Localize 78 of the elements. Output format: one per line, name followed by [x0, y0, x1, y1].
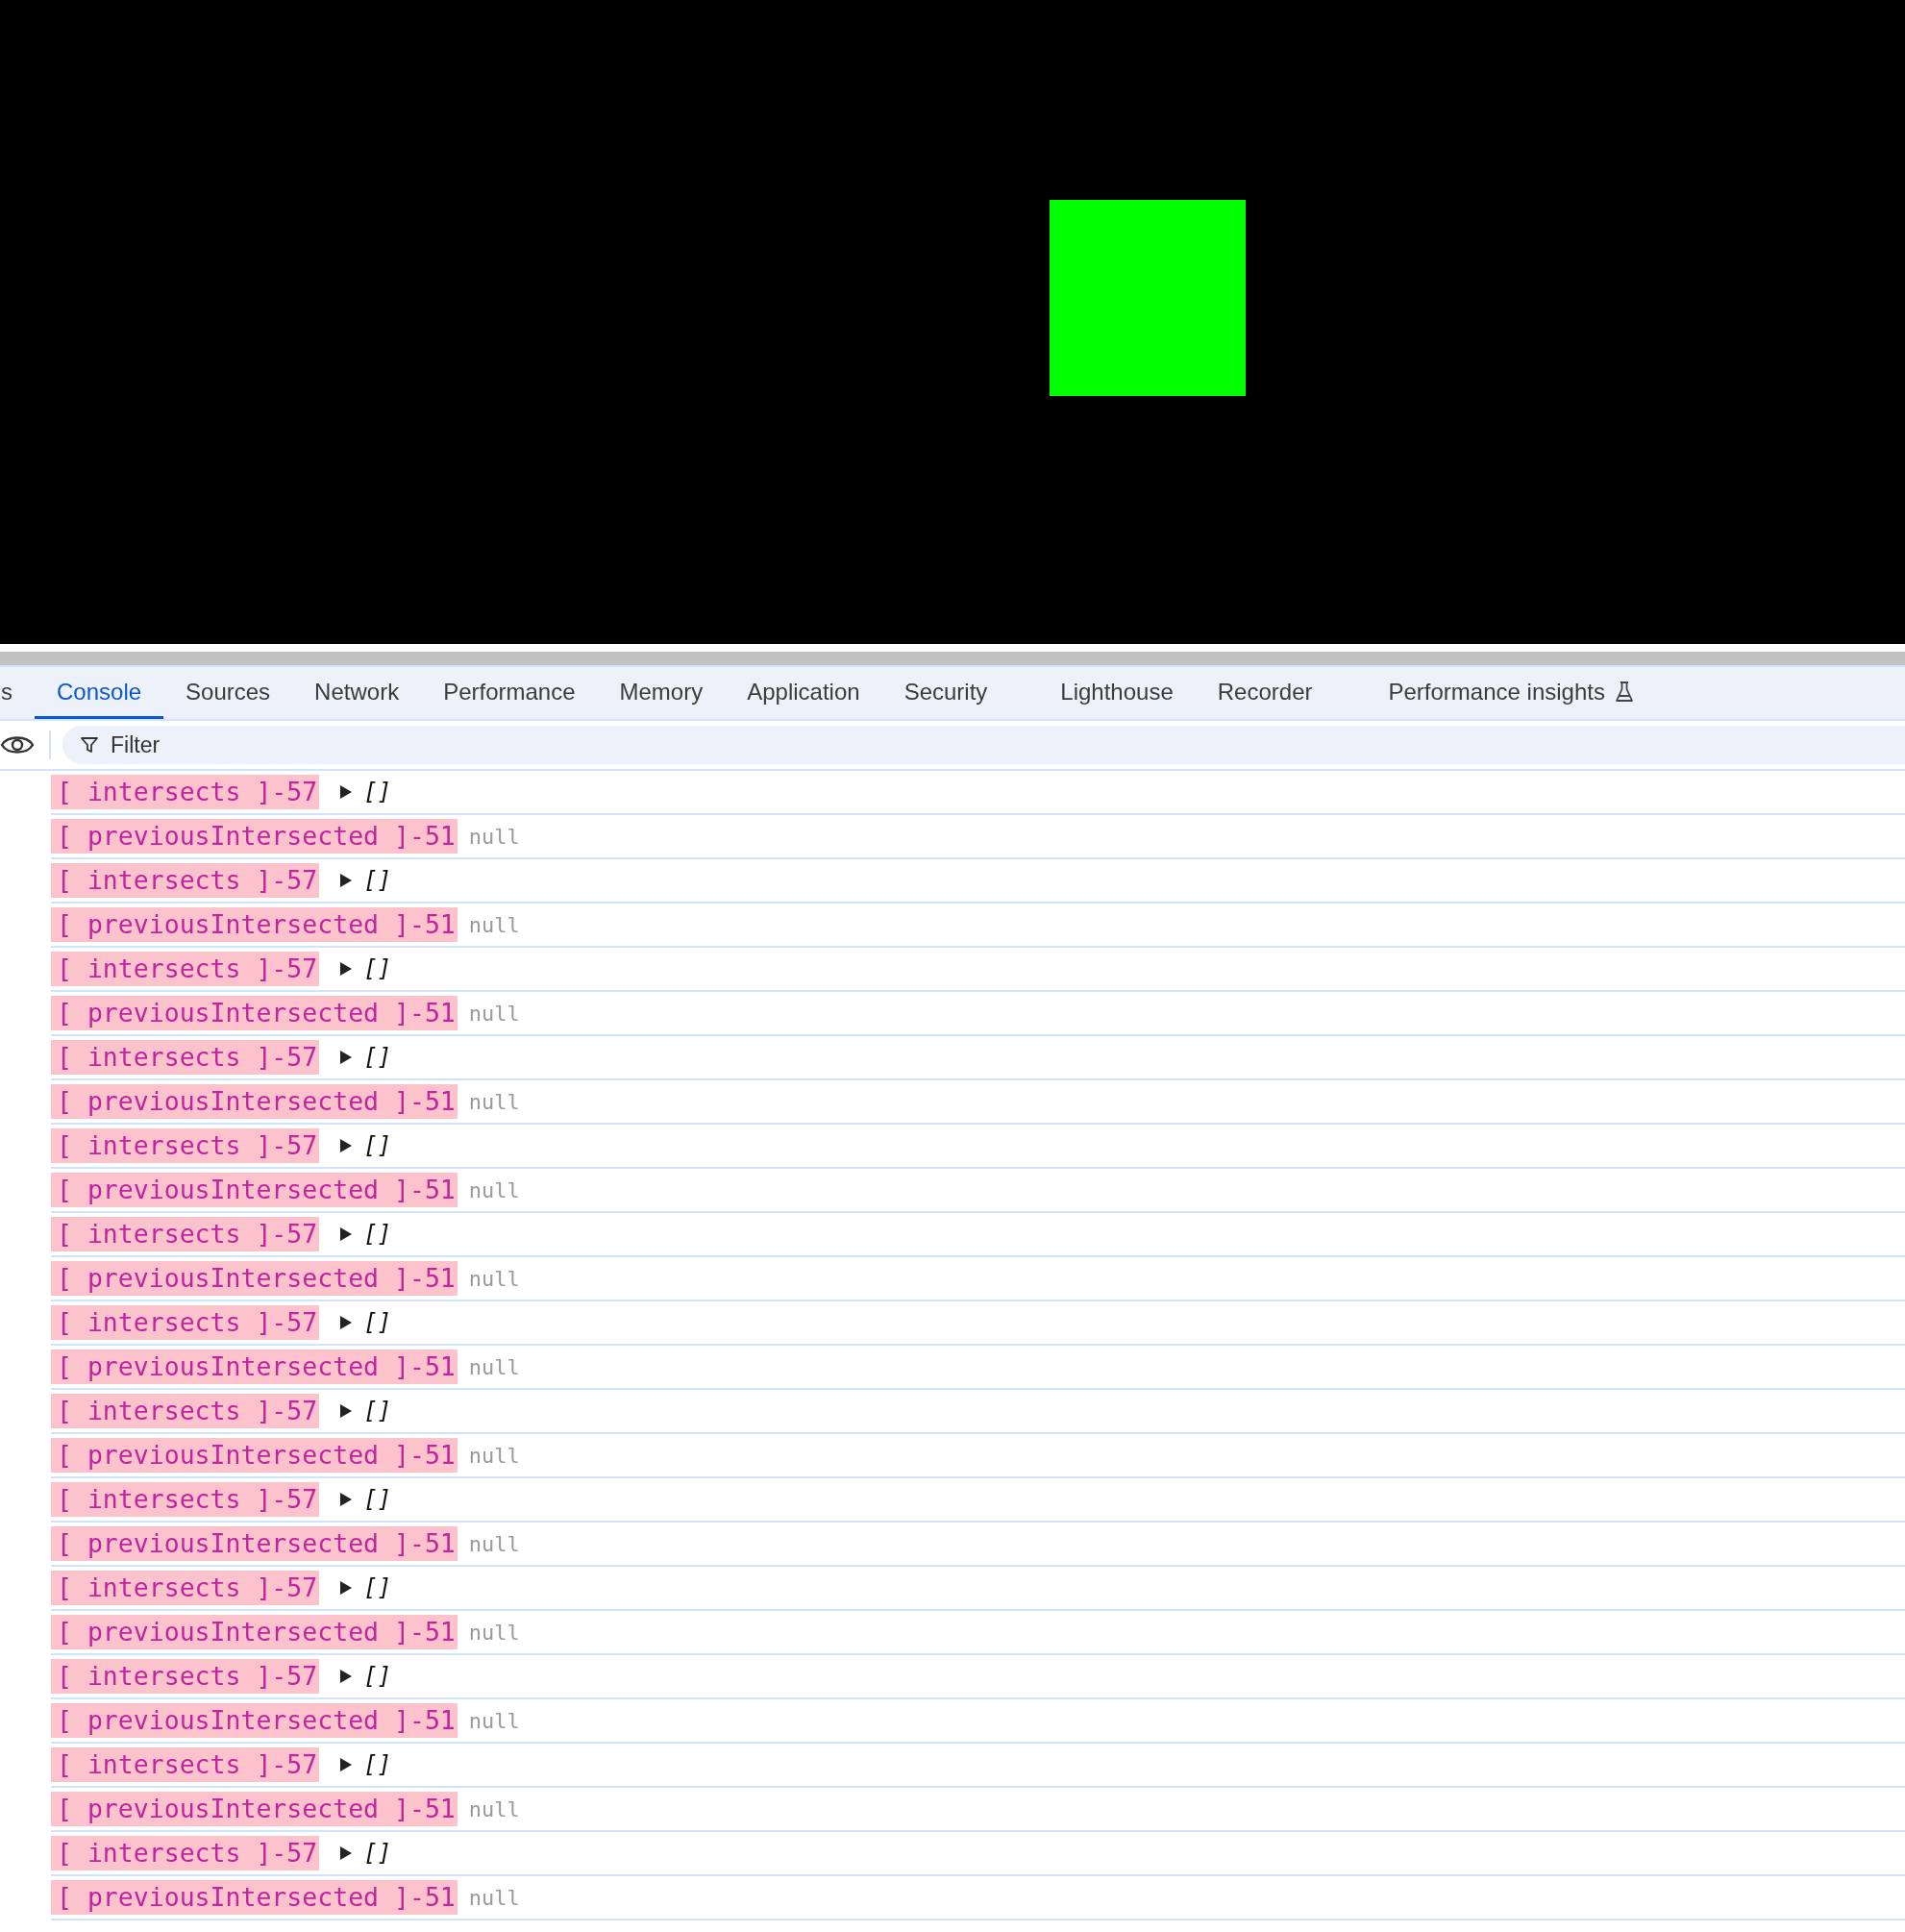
- array-value: []: [363, 779, 392, 805]
- filter-field[interactable]: Filter: [62, 726, 1905, 764]
- log-label: [ previousIntersected ]-51: [51, 819, 458, 854]
- array-value: []: [363, 955, 392, 982]
- array-value: []: [363, 1221, 392, 1248]
- array-value: []: [363, 1309, 392, 1336]
- array-value: []: [363, 867, 392, 894]
- expand-icon[interactable]: [340, 1404, 353, 1418]
- expand-icon[interactable]: [340, 1316, 353, 1329]
- panel-tab[interactable]: s: [0, 667, 35, 719]
- array-value: []: [363, 1132, 392, 1159]
- panel-tab[interactable]: Lighthouse: [1038, 667, 1196, 719]
- log-label: [ previousIntersected ]-51: [51, 1880, 458, 1915]
- array-value: []: [363, 1486, 392, 1513]
- array-value: []: [363, 1751, 392, 1778]
- log-label: [ previousIntersected ]-51: [51, 1173, 458, 1207]
- expand-icon[interactable]: [340, 1670, 353, 1683]
- expand-icon[interactable]: [340, 1846, 353, 1860]
- log-label: [ intersects ]-57: [51, 1659, 320, 1694]
- null-value: null: [468, 1620, 520, 1645]
- array-value: []: [363, 1044, 392, 1071]
- expand-icon[interactable]: [340, 1227, 353, 1241]
- log-label: [ previousIntersected ]-51: [51, 1615, 458, 1649]
- panel-tab[interactable]: Network: [292, 667, 422, 719]
- log-label: [ intersects ]-57: [51, 1040, 320, 1075]
- panel-tab[interactable]: Application: [725, 667, 882, 719]
- log-label: [ previousIntersected ]-51: [51, 1261, 458, 1296]
- log-label: [ previousIntersected ]-51: [51, 1526, 458, 1561]
- array-value: []: [363, 1663, 392, 1690]
- filter-icon: [80, 735, 99, 755]
- log-label: [ previousIntersected ]-51: [51, 1084, 458, 1119]
- log-label: [ intersects ]-57: [51, 1217, 320, 1251]
- log-label: [ previousIntersected ]-51: [51, 1703, 458, 1738]
- expand-icon[interactable]: [340, 1139, 353, 1152]
- panel-tab[interactable]: Memory: [597, 667, 726, 719]
- null-value: null: [468, 824, 520, 849]
- log-label: [ intersects ]-57: [51, 1571, 320, 1605]
- panel-tab[interactable]: Sources: [163, 667, 293, 719]
- expand-icon[interactable]: [340, 962, 353, 976]
- expand-icon[interactable]: [340, 1581, 353, 1595]
- eye-icon[interactable]: [0, 733, 35, 756]
- expand-icon[interactable]: [340, 1051, 353, 1064]
- null-value: null: [468, 1266, 520, 1291]
- log-label: [ previousIntersected ]-51: [51, 907, 458, 942]
- expand-icon[interactable]: [340, 874, 353, 887]
- log-label: [ intersects ]-57: [51, 1305, 320, 1340]
- log-label: [ intersects ]-57: [51, 1128, 320, 1163]
- log-label: [ intersects ]-57: [51, 952, 320, 986]
- expand-icon[interactable]: [340, 1493, 353, 1506]
- panel-tab[interactable]: Recorder: [1195, 667, 1335, 719]
- null-value: null: [468, 1796, 520, 1821]
- null-value: null: [468, 1001, 520, 1026]
- panel-tab[interactable]: Performance: [421, 667, 598, 719]
- log-label: [ intersects ]-57: [51, 1747, 320, 1782]
- log-label: [ previousIntersected ]-51: [51, 1438, 458, 1473]
- log-label: [ previousIntersected ]-51: [51, 996, 458, 1030]
- null-value: null: [468, 1177, 520, 1202]
- array-value: []: [363, 1840, 392, 1867]
- log-label: [ intersects ]-57: [51, 1394, 320, 1428]
- null-value: null: [468, 912, 520, 937]
- null-value: null: [468, 1885, 520, 1910]
- null-value: null: [468, 1708, 520, 1733]
- log-label: [ intersects ]-57: [51, 1482, 320, 1517]
- log-label: [ previousIntersected ]-51: [51, 1792, 458, 1826]
- expand-icon[interactable]: [340, 785, 353, 799]
- log-label: [ previousIntersected ]-51: [51, 1350, 458, 1384]
- array-value: []: [363, 1574, 392, 1601]
- panel-tab[interactable]: Performance insights: [1366, 667, 1656, 719]
- log-label: [ intersects ]-57: [51, 863, 320, 898]
- panel-tab[interactable]: Security: [881, 667, 1010, 719]
- expand-icon[interactable]: [340, 1758, 353, 1771]
- log-label: [ intersects ]-57: [51, 1836, 320, 1870]
- null-value: null: [468, 1354, 520, 1379]
- array-value: []: [363, 1398, 392, 1424]
- null-value: null: [468, 1089, 520, 1114]
- log-label: [ intersects ]-57: [51, 775, 320, 809]
- null-value: null: [468, 1443, 520, 1468]
- null-value: null: [468, 1531, 520, 1556]
